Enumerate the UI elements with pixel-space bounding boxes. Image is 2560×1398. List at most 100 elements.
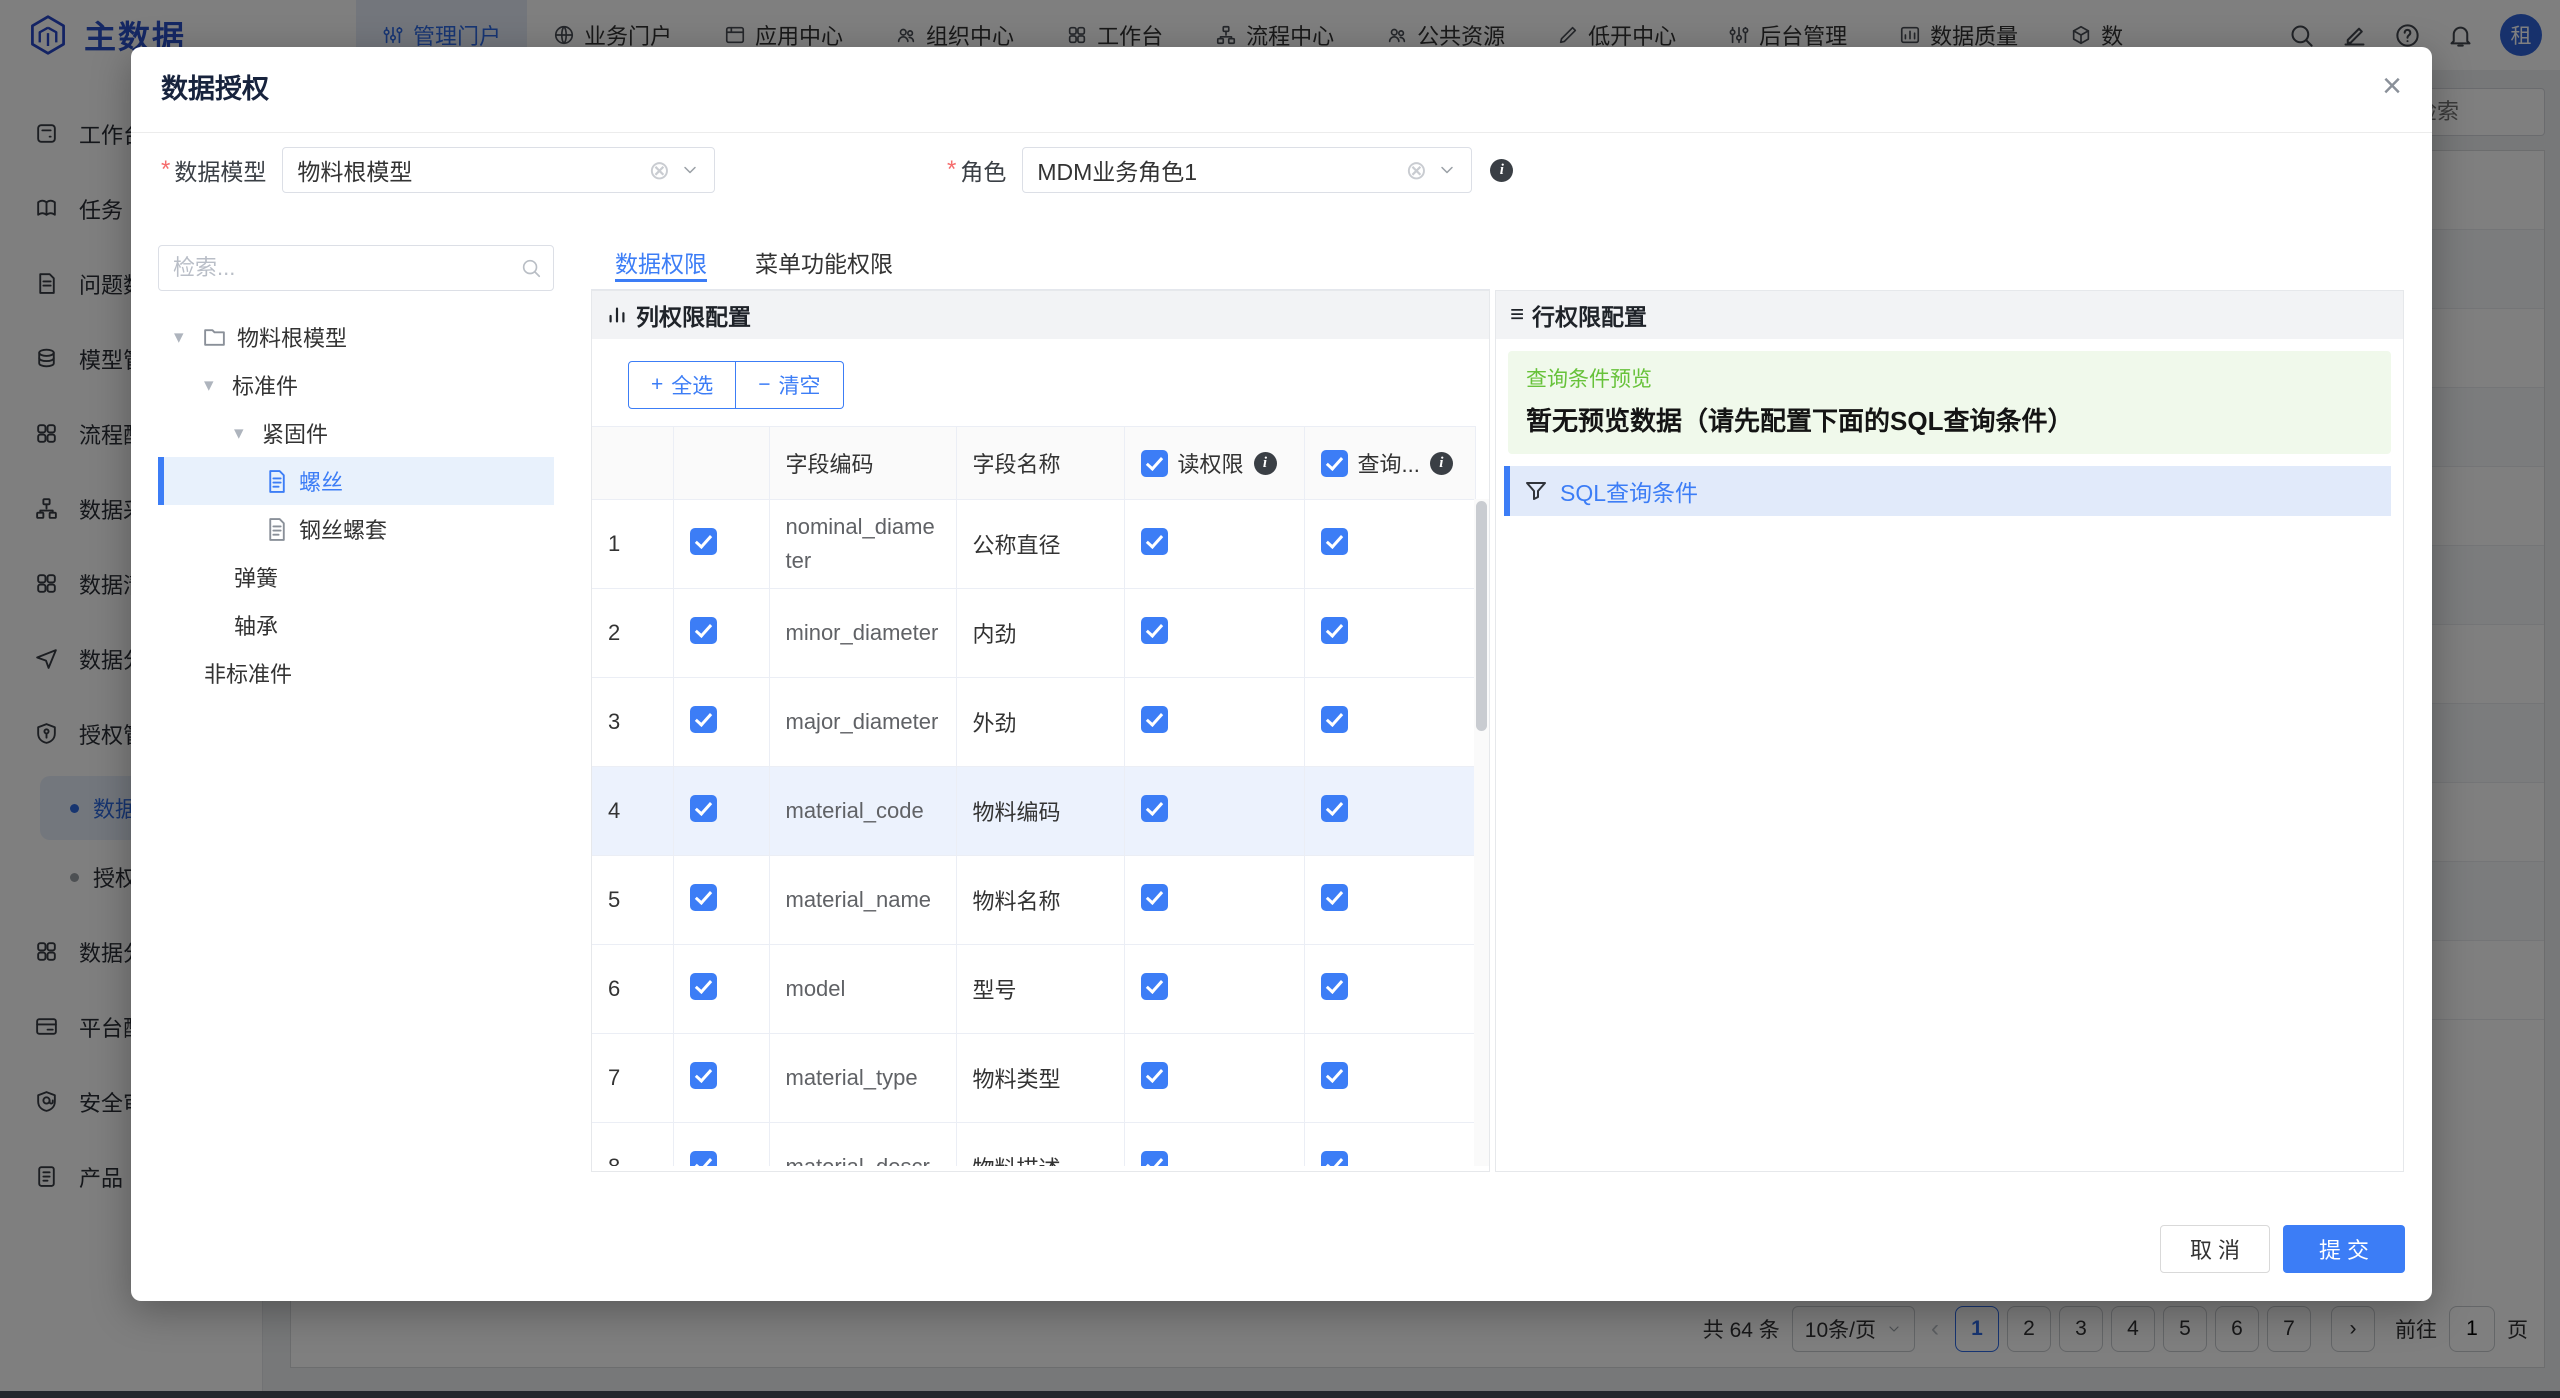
table-scrollbar[interactable] bbox=[1474, 499, 1489, 1166]
query-preview-box: 查询条件预览 暂无预览数据（请先配置下面的SQL查询条件） bbox=[1508, 351, 2391, 454]
bar-chart-icon bbox=[606, 304, 628, 326]
menu-icon: ≡ bbox=[1510, 301, 1524, 329]
field-row-material_descr: 8material_descr物料描述 bbox=[592, 1123, 1475, 1167]
read-permission-checkbox[interactable] bbox=[1141, 884, 1168, 911]
query-permission-checkbox[interactable] bbox=[1321, 884, 1348, 911]
read-permission-header: 读权限i bbox=[1124, 427, 1304, 500]
row-select-checkbox[interactable] bbox=[690, 884, 717, 911]
query-permission-checkbox[interactable] bbox=[1321, 706, 1348, 733]
query-permission-checkbox[interactable] bbox=[1321, 1151, 1348, 1167]
docicon-icon bbox=[264, 469, 289, 494]
row-index: 4 bbox=[592, 767, 673, 856]
category-tree: ▾物料根模型▾标准件▾紧固件螺丝钢丝螺套弹簧轴承非标准件 bbox=[158, 313, 554, 697]
field-row-major_diameter: 3major_diameter外劲 bbox=[592, 678, 1475, 767]
info-icon: i bbox=[1430, 452, 1453, 475]
row-select-checkbox[interactable] bbox=[690, 617, 717, 644]
query-preview-empty-text: 暂无预览数据（请先配置下面的SQL查询条件） bbox=[1526, 401, 2373, 438]
clear-icon[interactable]: ⊗ bbox=[649, 155, 671, 186]
field-row-model: 6model型号 bbox=[592, 945, 1475, 1034]
row-select-checkbox[interactable] bbox=[690, 795, 717, 822]
submit-button[interactable]: 提 交 bbox=[2283, 1225, 2405, 1273]
read-permission-select-all-checkbox[interactable] bbox=[1141, 450, 1168, 477]
caret-down-icon[interactable]: ▾ bbox=[174, 326, 202, 349]
clear-button[interactable]: −清空 bbox=[736, 361, 843, 409]
field-code: major_diameter bbox=[769, 678, 956, 767]
tree-node-螺丝[interactable]: 螺丝 bbox=[158, 457, 554, 505]
data-model-select[interactable]: 物料根模型 ⊗ bbox=[282, 147, 715, 193]
tree-node-轴承[interactable]: 轴承 bbox=[158, 601, 554, 649]
column-permission-panel: 列权限配置 +全选−清空 字段编码字段名称读权限i查询...i1nominal_… bbox=[591, 290, 1490, 1172]
clear-icon[interactable]: ⊗ bbox=[1406, 155, 1428, 186]
row-select-checkbox[interactable] bbox=[690, 973, 717, 1000]
query-preview-label: 查询条件预览 bbox=[1526, 363, 2373, 393]
row-index: 5 bbox=[592, 856, 673, 945]
scrollbar-thumb[interactable] bbox=[1476, 501, 1487, 731]
field-name: 内劲 bbox=[956, 589, 1124, 678]
funnel-icon bbox=[1524, 479, 1548, 503]
read-permission-checkbox[interactable] bbox=[1141, 528, 1168, 555]
tab-数据权限[interactable]: 数据权限 bbox=[615, 237, 707, 282]
row-select-checkbox[interactable] bbox=[690, 1151, 717, 1167]
tree-node-物料根模型[interactable]: ▾物料根模型 bbox=[158, 313, 554, 361]
query-permission-select-all-checkbox[interactable] bbox=[1321, 450, 1348, 477]
tree-node-非标准件[interactable]: 非标准件 bbox=[158, 649, 554, 697]
role-label: 角色 bbox=[960, 153, 1006, 187]
query-permission-checkbox[interactable] bbox=[1321, 1062, 1348, 1089]
select-all-button[interactable]: +全选 bbox=[628, 361, 736, 409]
tree-node-弹簧[interactable]: 弹簧 bbox=[158, 553, 554, 601]
tree-node-紧固件[interactable]: ▾紧固件 bbox=[158, 409, 554, 457]
sql-condition-row[interactable]: SQL查询条件 bbox=[1504, 466, 2391, 516]
sql-condition-link[interactable]: SQL查询条件 bbox=[1560, 474, 1698, 508]
field-name: 公称直径 bbox=[956, 500, 1124, 589]
query-permission-checkbox[interactable] bbox=[1321, 528, 1348, 555]
read-permission-checkbox[interactable] bbox=[1141, 617, 1168, 644]
field-row-material_type: 7material_type物料类型 bbox=[592, 1034, 1475, 1123]
field-code: material_code bbox=[769, 767, 956, 856]
modal-header: 数据授权 × bbox=[131, 47, 2432, 133]
column-permission-table: 字段编码字段名称读权限i查询...i1nominal_diameter公称直径2… bbox=[592, 426, 1476, 1166]
read-permission-checkbox[interactable] bbox=[1141, 1151, 1168, 1167]
role-field: * 角色 MDM业务角色1 ⊗ i bbox=[947, 144, 1513, 196]
row-index: 2 bbox=[592, 589, 673, 678]
field-code: minor_diameter bbox=[769, 589, 956, 678]
role-select[interactable]: MDM业务角色1 ⊗ bbox=[1022, 147, 1472, 193]
cancel-button[interactable]: 取 消 bbox=[2160, 1225, 2270, 1273]
tree-node-标准件[interactable]: ▾标准件 bbox=[158, 361, 554, 409]
query-permission-checkbox[interactable] bbox=[1321, 795, 1348, 822]
row-select-checkbox[interactable] bbox=[690, 1062, 717, 1089]
row-panel-header: ≡ 行权限配置 bbox=[1496, 291, 2403, 339]
field-row-nominal_diameter: 1nominal_diameter公称直径 bbox=[592, 500, 1475, 589]
bottom-edge bbox=[0, 1391, 2560, 1398]
read-permission-checkbox[interactable] bbox=[1141, 795, 1168, 822]
field-row-material_code: 4 material_code物料编码 bbox=[592, 767, 1475, 856]
field-name: 型号 bbox=[956, 945, 1124, 1034]
row-index: 3 bbox=[592, 678, 673, 767]
data-model-field: * 数据模型 物料根模型 ⊗ bbox=[161, 144, 715, 196]
field-code: nominal_diameter bbox=[769, 500, 956, 589]
field-name: 物料编码 bbox=[956, 767, 1124, 856]
data-authorization-modal: 数据授权 × * 数据模型 物料根模型 ⊗ * 角色 MDM业务角色1 ⊗ i … bbox=[131, 47, 2432, 1301]
selection-button-group: +全选−清空 bbox=[628, 361, 844, 409]
query-permission-checkbox[interactable] bbox=[1321, 617, 1348, 644]
row-index: 8 bbox=[592, 1123, 673, 1167]
row-index: 7 bbox=[592, 1034, 673, 1123]
query-permission-checkbox[interactable] bbox=[1321, 973, 1348, 1000]
field-table-wrap: 字段编码字段名称读权限i查询...i1nominal_diameter公称直径2… bbox=[592, 426, 1489, 1166]
field-code-header: 字段编码 bbox=[769, 427, 956, 500]
required-asterisk: * bbox=[947, 156, 956, 184]
caret-down-icon[interactable]: ▾ bbox=[204, 374, 232, 397]
field-row-minor_diameter: 2 minor_diameter内劲 bbox=[592, 589, 1475, 678]
docicon-icon bbox=[264, 517, 289, 542]
caret-down-icon[interactable]: ▾ bbox=[234, 422, 262, 445]
required-asterisk: * bbox=[161, 156, 170, 184]
tab-菜单功能权限[interactable]: 菜单功能权限 bbox=[755, 237, 893, 282]
read-permission-checkbox[interactable] bbox=[1141, 706, 1168, 733]
read-permission-checkbox[interactable] bbox=[1141, 973, 1168, 1000]
row-select-checkbox[interactable] bbox=[690, 528, 717, 555]
field-name-header: 字段名称 bbox=[956, 427, 1124, 500]
read-permission-checkbox[interactable] bbox=[1141, 1062, 1168, 1089]
tree-search-input[interactable] bbox=[158, 245, 554, 291]
close-icon[interactable]: × bbox=[2382, 69, 2402, 103]
row-select-checkbox[interactable] bbox=[690, 706, 717, 733]
tree-node-钢丝螺套[interactable]: 钢丝螺套 bbox=[158, 505, 554, 553]
